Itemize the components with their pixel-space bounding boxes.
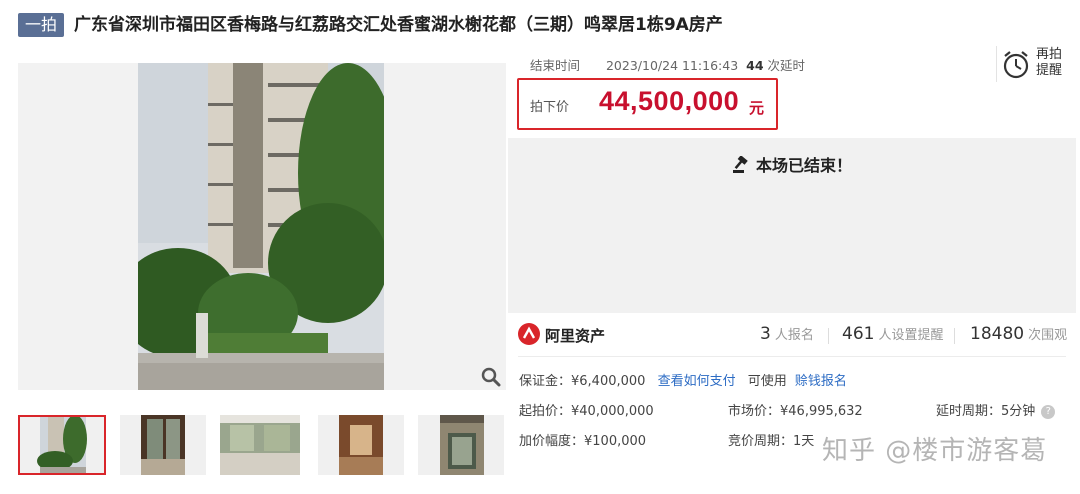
price-unit: 元 [749,99,765,117]
help-icon[interactable]: ? [1041,405,1056,419]
bid-period: 竞价周期：1天 [728,434,815,449]
gavel-icon [732,155,748,173]
end-time-value: 2023/10/24 11:16:43 [605,58,739,73]
alarm-clock-icon [1003,51,1029,79]
market-price: 市场价：¥46,995,632 [728,404,863,419]
delay-period: 延时周期：5分钟? [936,400,1056,419]
platform-stats-row: 阿里资产 3 人报名 461 人设置提醒 18480 次围观 [518,322,1068,352]
signup-count: 3 人报名 [760,324,814,344]
thumbnail-strip [18,415,508,475]
how-to-pay-link[interactable]: 查看如何支付 [658,374,736,389]
remind-button[interactable]: 再拍 提醒 [1002,46,1072,84]
start-price: 起拍价：¥40,000,000 [519,404,654,419]
credit-signup-link[interactable]: 赊钱报名 [795,374,847,389]
extend-count: 44 [746,58,764,73]
price-value: 44,500,000 [599,86,740,116]
title-bar: 一拍 广东省深圳市福田区香梅路与红荔路交汇处香蜜湖水榭花都（三期）鸣翠居1栋9A… [0,0,1080,50]
end-time-label: 结束时间 [530,58,581,73]
magnifier-icon[interactable] [480,366,502,388]
usable-text: 可使用 [747,374,787,389]
end-time-row: 结束时间 2023/10/24 11:16:43 44 次延时 [530,55,805,74]
bid-increment: 加价幅度：¥100,000 [519,434,647,449]
divider [954,328,955,344]
divider [996,46,997,82]
platform-name: 阿里资产 [545,327,606,345]
thumbnail-1[interactable] [18,415,106,475]
auction-round-badge: 一拍 [18,13,64,37]
ali-asset-logo [518,323,540,345]
extend-suffix: 次延时 [767,58,806,73]
view-count: 18480 次围观 [970,324,1068,344]
thumbnail-3[interactable] [220,415,300,475]
divider [518,356,1066,357]
page-title: 广东省深圳市福田区香梅路与红荔路交汇处香蜜湖水榭花都（三期）鸣翠居1栋9A房产 [74,15,723,35]
watermark: 知乎 @楼市游客葛 [822,436,1048,466]
reminder-count: 461 人设置提醒 [842,324,944,344]
divider [828,328,829,344]
thumbnail-2[interactable] [120,415,206,475]
deposit-row: 保证金：¥6,400,000 查看如何支付 可使用 赊钱报名 [519,370,847,389]
remind-label: 再拍 提醒 [1036,47,1063,78]
main-photo[interactable] [18,63,506,390]
thumbnail-5[interactable] [418,415,504,475]
final-price-box: 拍下价 44,500,000 元 [517,78,778,130]
price-label: 拍下价 [530,100,570,115]
building-photo [138,63,384,390]
thumbnail-4[interactable] [318,415,404,475]
deposit-text: 保证金：¥6,400,000 [519,374,646,389]
auction-ended-panel: 本场已结束！ [508,138,1076,313]
ended-message: 本场已结束！ [508,152,1076,176]
